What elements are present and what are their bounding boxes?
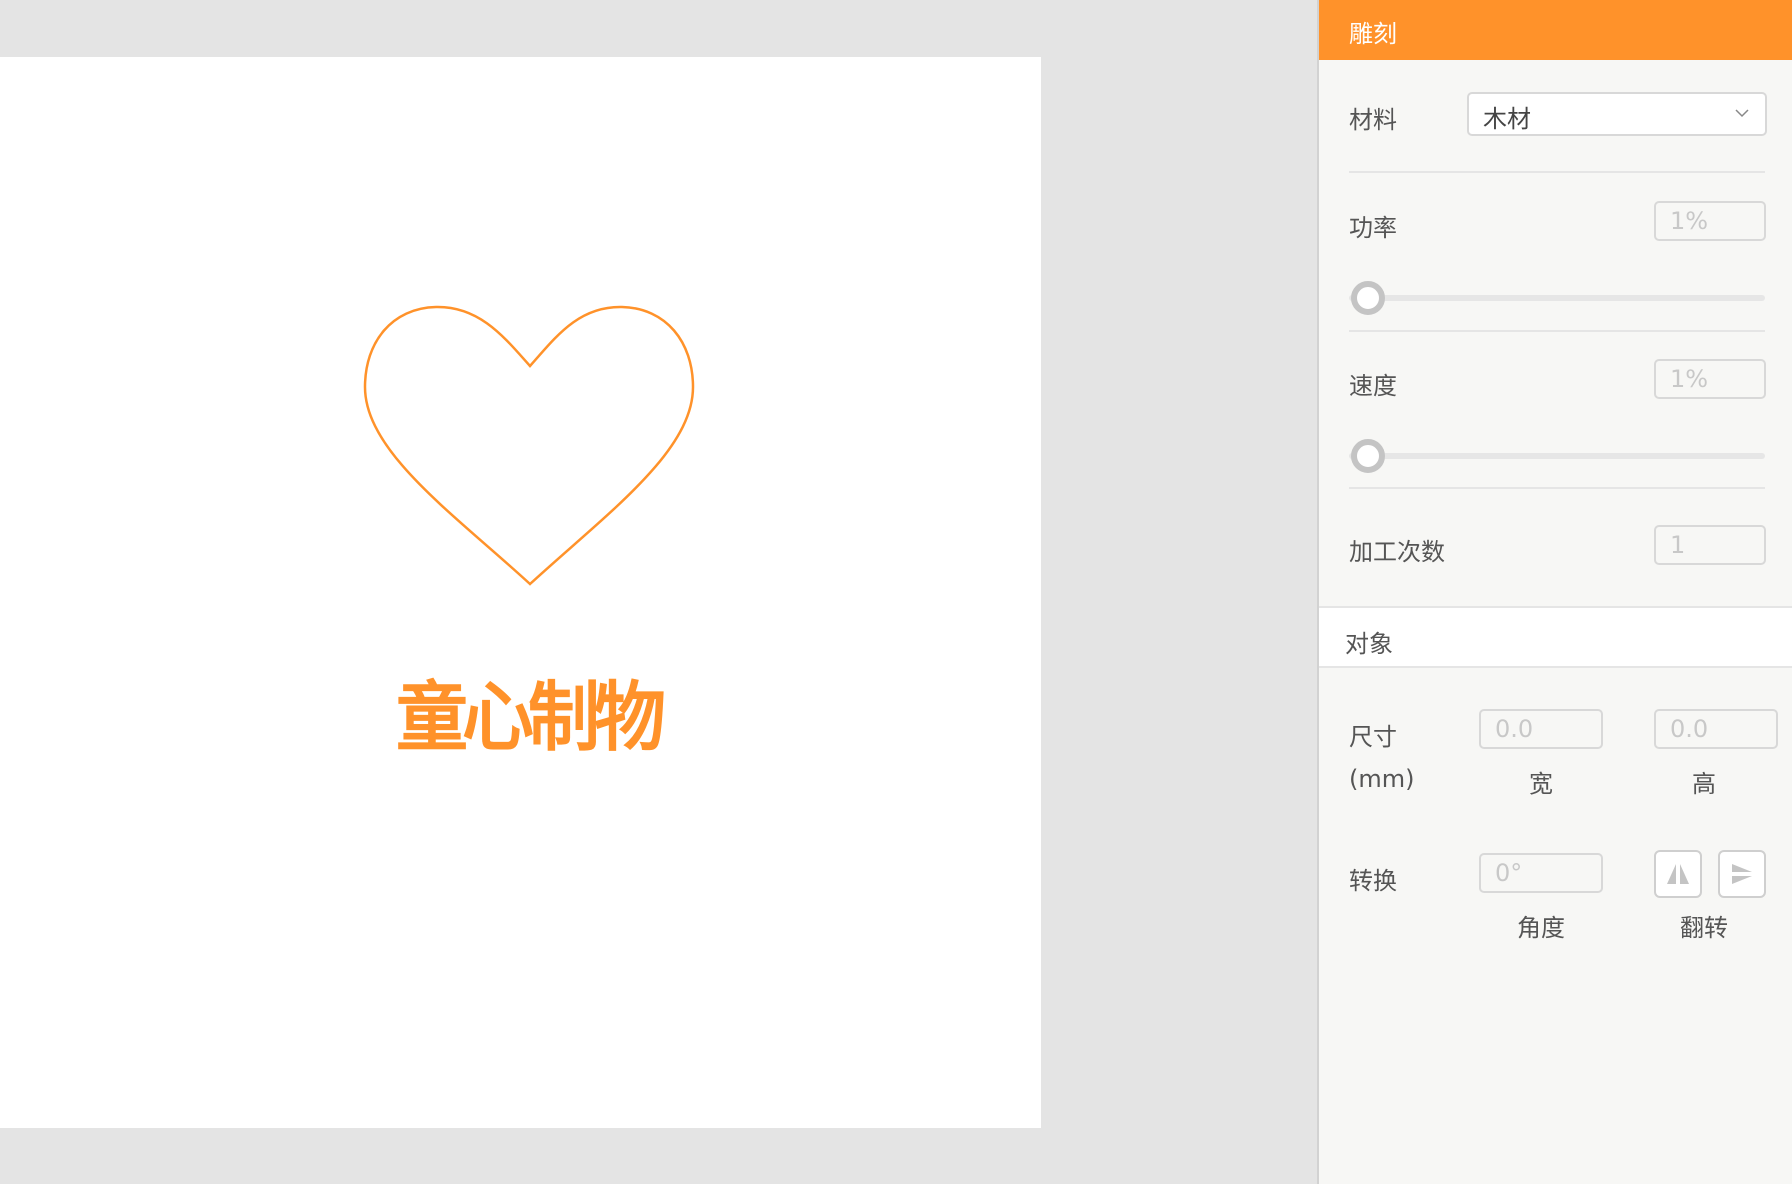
artboard[interactable]: 童心制物: [0, 57, 1041, 1128]
power-slider-thumb[interactable]: [1351, 281, 1385, 315]
material-label: 材料: [1349, 106, 1397, 134]
flip-horizontal-icon: [1667, 864, 1689, 884]
divider: [1349, 330, 1765, 332]
height-label: 高: [1692, 770, 1716, 798]
heart-outline-icon: [363, 305, 695, 586]
flip-vertical-icon: [1732, 864, 1752, 884]
speed-input[interactable]: 1%: [1654, 359, 1766, 399]
power-slider-track[interactable]: [1349, 295, 1765, 301]
heart-shape[interactable]: [0, 57, 1041, 1128]
divider: [1349, 487, 1765, 489]
speed-slider-thumb[interactable]: [1351, 439, 1385, 473]
engraving-text[interactable]: 童心制物: [396, 673, 668, 761]
power-label: 功率: [1349, 214, 1397, 242]
passes-label: 加工次数: [1349, 538, 1445, 566]
flip-label: 翻转: [1680, 914, 1728, 942]
divider: [1349, 171, 1765, 173]
power-input[interactable]: 1%: [1654, 201, 1766, 241]
angle-input[interactable]: 0°: [1479, 853, 1603, 893]
transform-label: 转换: [1349, 867, 1397, 895]
flip-vertical-button[interactable]: [1718, 850, 1766, 898]
passes-input[interactable]: 1: [1654, 525, 1766, 565]
angle-label: 角度: [1517, 914, 1565, 942]
width-label: 宽: [1529, 770, 1553, 798]
width-input[interactable]: 0.0: [1479, 709, 1603, 749]
workspace[interactable]: 童心制物: [0, 0, 1317, 1184]
size-label: 尺寸: [1349, 723, 1397, 751]
properties-panel: 雕刻 材料 木材 功率 1% 速度 1% 加工次数 1 对象 尺寸 (mm) 0…: [1317, 0, 1792, 1184]
flip-horizontal-button[interactable]: [1654, 850, 1702, 898]
size-unit: (mm): [1349, 765, 1415, 793]
speed-label: 速度: [1349, 372, 1397, 400]
chevron-down-icon: [1735, 109, 1749, 118]
material-value: 木材: [1483, 105, 1531, 133]
panel-header: 雕刻: [1319, 0, 1792, 60]
height-input[interactable]: 0.0: [1654, 709, 1778, 749]
speed-slider-track[interactable]: [1349, 453, 1765, 459]
object-section-title: 对象: [1345, 630, 1393, 658]
object-section-header: 对象: [1319, 606, 1792, 668]
material-select[interactable]: 木材: [1467, 92, 1767, 136]
panel-title: 雕刻: [1349, 20, 1397, 48]
